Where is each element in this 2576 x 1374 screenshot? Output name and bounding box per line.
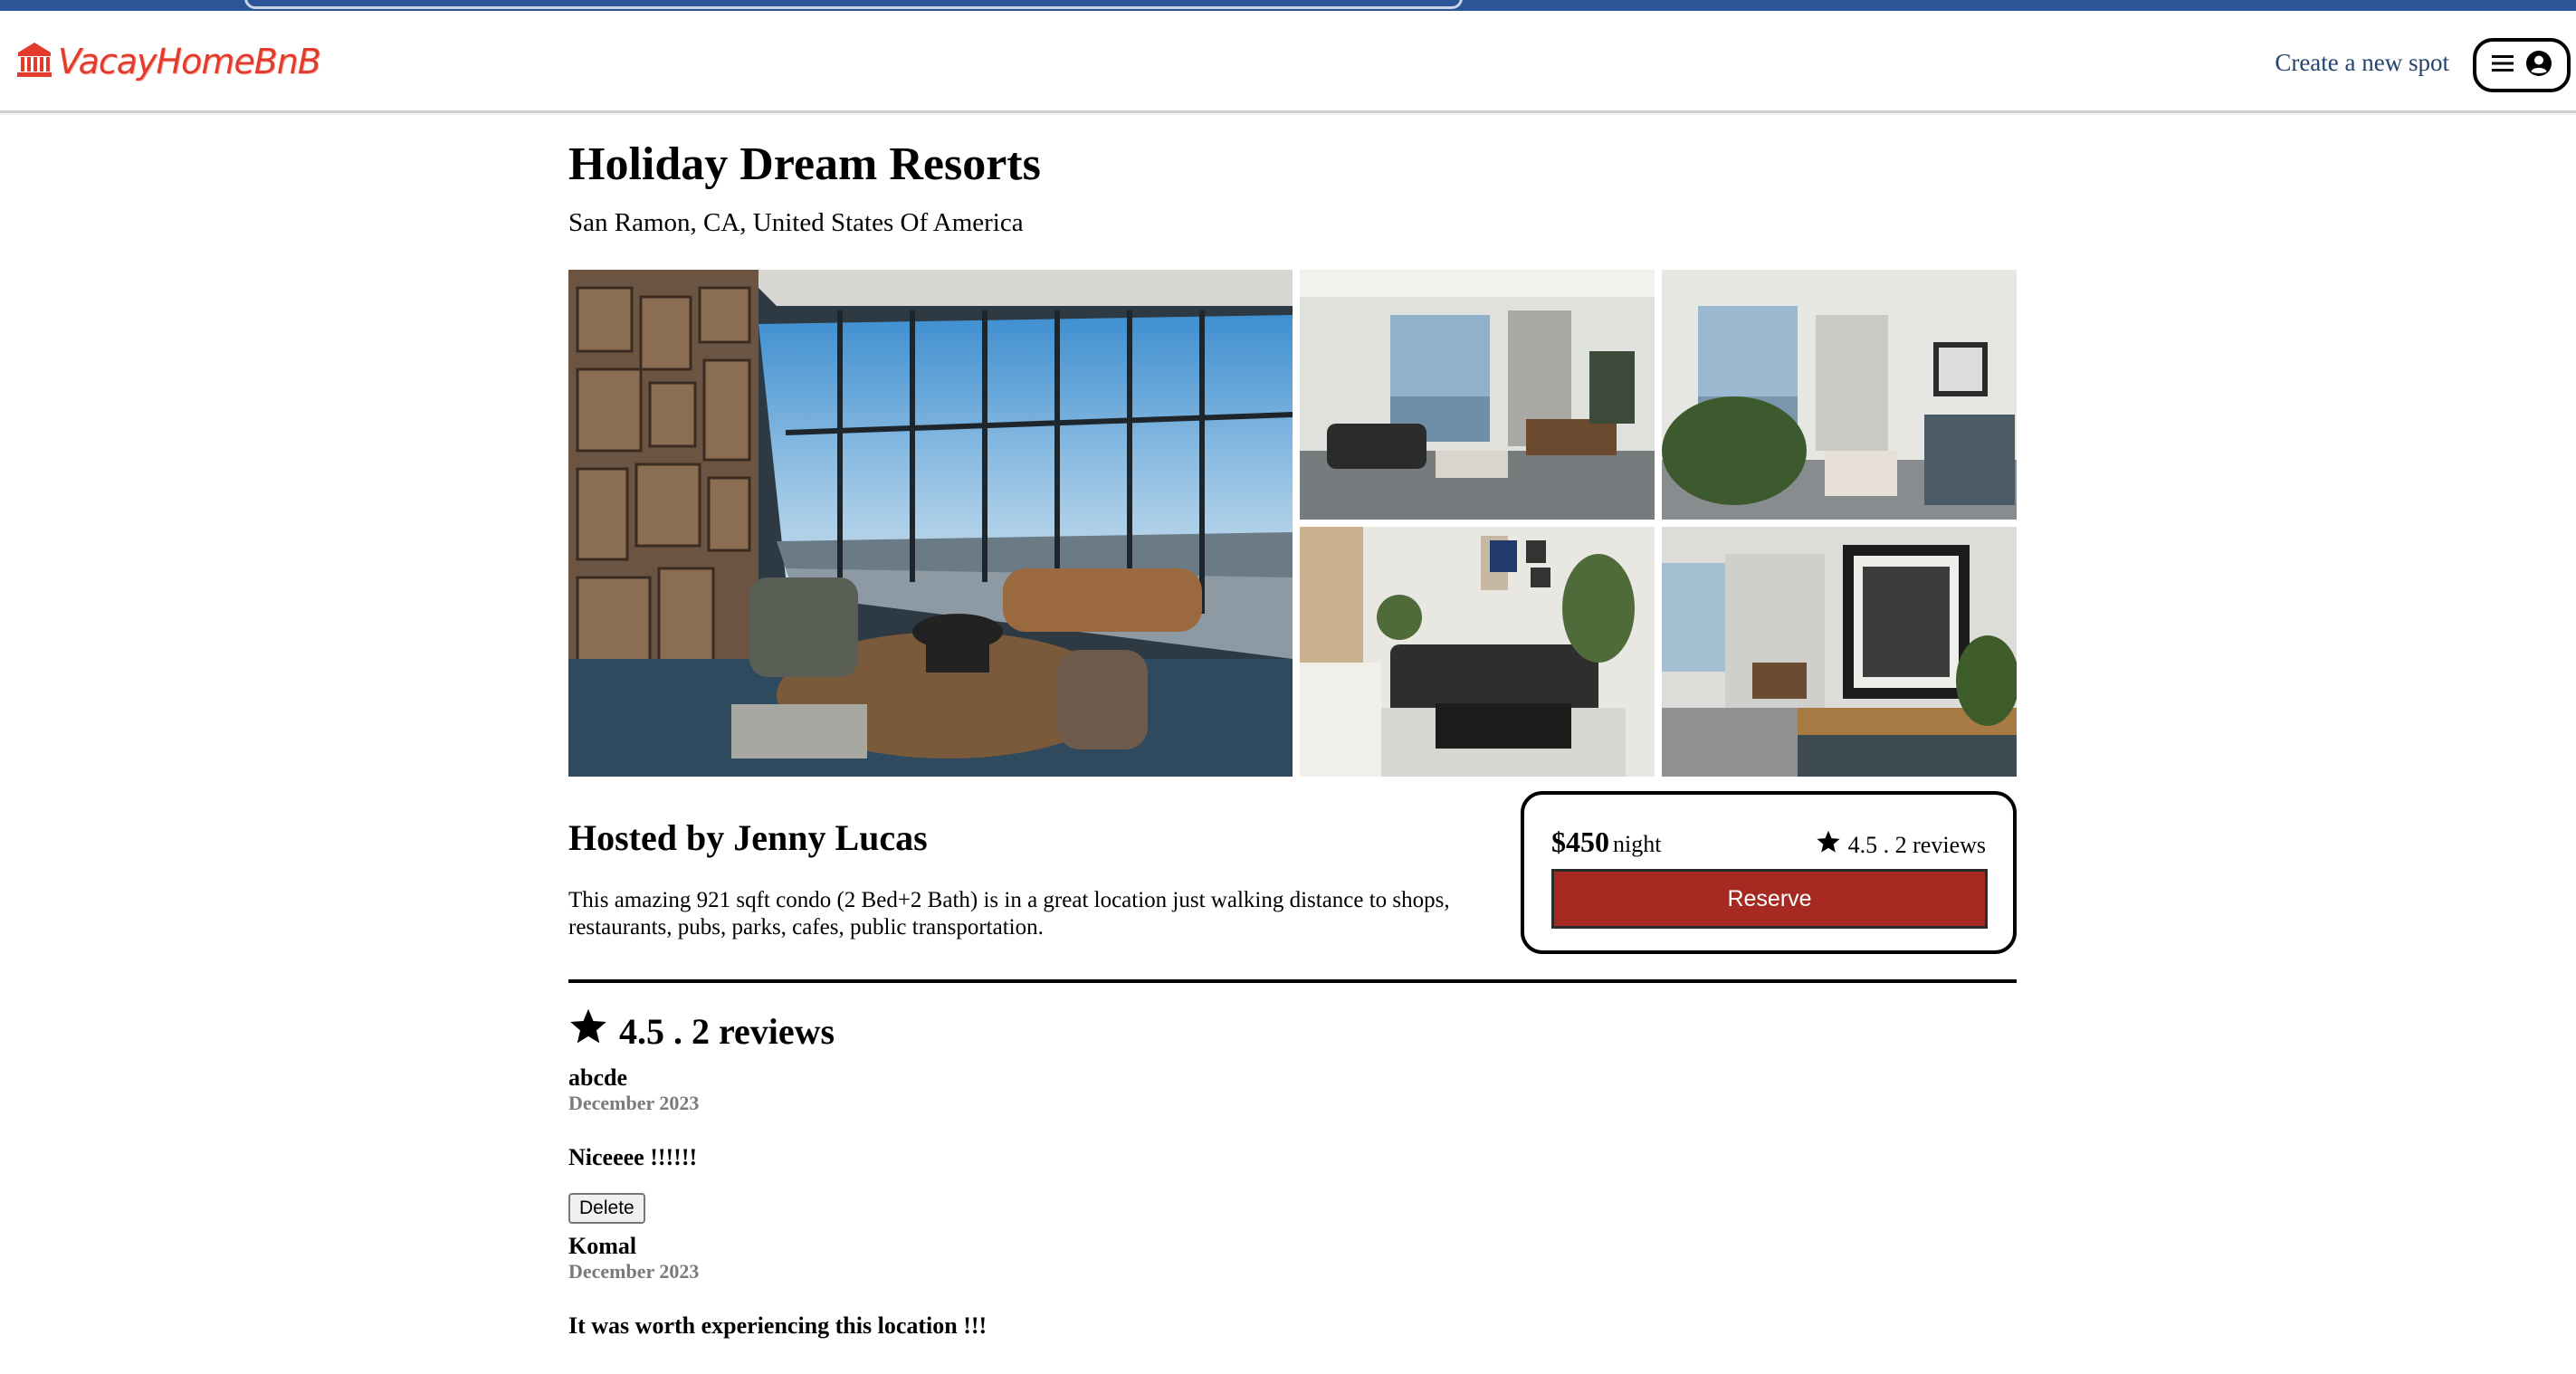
- booking-card: $450 night 4.5 . 2 reviews Reserve: [1521, 791, 2017, 954]
- gallery-photo-2: [1300, 270, 1655, 520]
- spot-description: This amazing 921 sqft condo (2 Bed+2 Bat…: [568, 888, 1450, 940]
- gallery-photo-5: [1662, 527, 2017, 777]
- spot-location: San Ramon, CA, United States Of America: [568, 208, 1024, 237]
- price-amount: $450: [1551, 825, 1609, 858]
- review-date: December 2023: [568, 1260, 700, 1283]
- site-logo[interactable]: VacayHomeBnB: [14, 34, 321, 89]
- review-item: abcde December 2023 Niceeee !!!!!! Delet…: [568, 1064, 699, 1224]
- logo-building-icon: [14, 40, 54, 83]
- create-spot-link[interactable]: Create a new spot: [2275, 49, 2449, 77]
- reviews-summary-text: 4.5 . 2 reviews: [619, 1010, 835, 1052]
- section-divider: [568, 979, 2017, 983]
- spot-title: Holiday Dream Resorts: [568, 138, 1041, 190]
- delete-review-button[interactable]: Delete: [568, 1193, 645, 1224]
- user-circle-icon: [2525, 50, 2552, 81]
- photo-gallery: [568, 270, 2017, 777]
- gallery-photo-4: [1300, 527, 1655, 777]
- menu-icon: [2491, 52, 2514, 78]
- review-item: Komal December 2023 It was worth experie…: [568, 1233, 987, 1340]
- price-unit: night: [1613, 831, 1662, 857]
- reserve-button[interactable]: Reserve: [1551, 869, 1988, 929]
- review-author: abcde: [568, 1064, 627, 1091]
- logo-text: VacayHomeBnB: [58, 42, 321, 81]
- star-icon: [1816, 829, 1841, 861]
- booking-rating: 4.5 . 2 reviews: [1816, 829, 1986, 861]
- site-header: VacayHomeBnB Create a new spot: [0, 11, 2576, 113]
- host-heading: Hosted by Jenny Lucas: [568, 817, 928, 858]
- review-text: Niceeee !!!!!!: [568, 1144, 698, 1170]
- booking-rating-text: 4.5 . 2 reviews: [1847, 831, 1986, 858]
- review-text: It was worth experiencing this location …: [568, 1312, 987, 1339]
- browser-address-pill: [244, 0, 1463, 9]
- gallery-photo-3: [1662, 270, 2017, 520]
- review-author: Komal: [568, 1233, 637, 1259]
- profile-menu-button[interactable]: [2473, 38, 2571, 92]
- browser-top-bar: [0, 0, 2576, 11]
- main-photo: [568, 270, 1293, 777]
- price-display: $450 night: [1551, 825, 1661, 859]
- reviews-summary: 4.5 . 2 reviews: [568, 1007, 835, 1055]
- star-icon: [568, 1007, 608, 1055]
- review-date: December 2023: [568, 1092, 700, 1114]
